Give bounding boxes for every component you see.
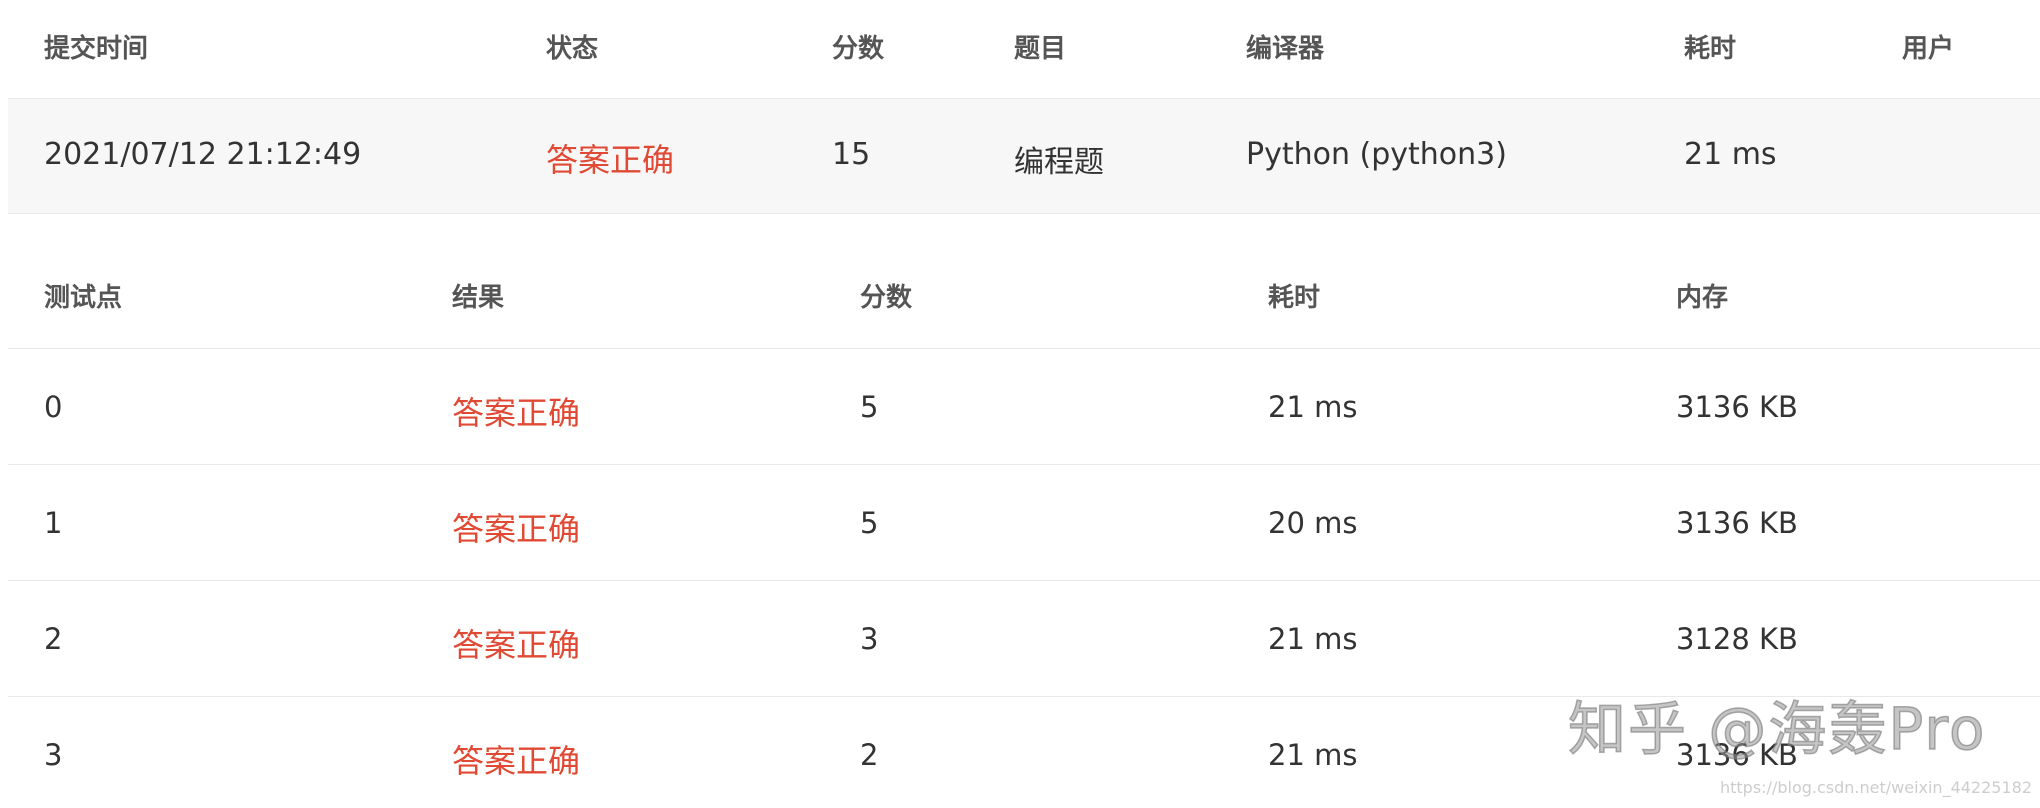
test-point-value: 0 bbox=[44, 390, 63, 424]
test-score-value: 5 bbox=[860, 506, 879, 540]
header-status: 状态 bbox=[546, 34, 599, 64]
test-score-value: 5 bbox=[860, 390, 879, 424]
time-value: 21 ms bbox=[1684, 137, 1777, 172]
submit-time-value: 2021/07/12 21:12:49 bbox=[44, 137, 362, 172]
test-score-value: 3 bbox=[860, 622, 879, 656]
header-result: 结果 bbox=[452, 283, 505, 313]
table-row: 2 答案正确 3 21 ms 3128 KB bbox=[8, 581, 2040, 697]
result-value: 答案正确 bbox=[452, 510, 581, 548]
result-value: 答案正确 bbox=[452, 626, 581, 664]
test-time-value: 21 ms bbox=[1268, 622, 1358, 656]
header-memory: 内存 bbox=[1676, 283, 1729, 313]
zhihu-watermark: 知乎 @海轰Pro bbox=[1567, 694, 1987, 764]
header-test-score: 分数 bbox=[860, 283, 913, 313]
test-time-value: 20 ms bbox=[1268, 506, 1358, 540]
test-time-value: 21 ms bbox=[1268, 390, 1358, 424]
header-compiler: 编译器 bbox=[1246, 34, 1325, 64]
test-time-value: 21 ms bbox=[1268, 738, 1358, 772]
summary-row: 2021/07/12 21:12:49 答案正确 15 编程题 Python (… bbox=[8, 98, 2040, 214]
tests-table-header: 测试点 结果 分数 耗时 内存 bbox=[8, 214, 2040, 349]
memory-value: 3136 KB bbox=[1676, 390, 1798, 424]
memory-value: 3128 KB bbox=[1676, 622, 1798, 656]
summary-table-header: 提交时间 状态 分数 题目 编译器 耗时 用户 bbox=[8, 0, 2040, 98]
test-score-value: 2 bbox=[860, 738, 879, 772]
submission-result-page: 提交时间 状态 分数 题目 编译器 耗时 用户 2021/07/12 21:12… bbox=[0, 0, 2040, 808]
memory-value: 3136 KB bbox=[1676, 506, 1798, 540]
header-submit-time: 提交时间 bbox=[44, 34, 149, 64]
header-problem: 题目 bbox=[1014, 34, 1067, 64]
header-test-point: 测试点 bbox=[44, 283, 123, 313]
compiler-value: Python (python3) bbox=[1246, 137, 1507, 172]
result-value: 答案正确 bbox=[452, 394, 581, 432]
header-time: 耗时 bbox=[1684, 34, 1737, 64]
problem-link[interactable]: 编程题 bbox=[1014, 137, 1104, 181]
test-point-value: 2 bbox=[44, 622, 63, 656]
result-value: 答案正确 bbox=[452, 742, 581, 780]
test-point-value: 1 bbox=[44, 506, 63, 540]
table-row: 0 答案正确 5 21 ms 3136 KB bbox=[8, 349, 2040, 465]
status-value: 答案正确 bbox=[546, 141, 675, 179]
test-point-value: 3 bbox=[44, 738, 63, 772]
header-user: 用户 bbox=[1902, 34, 1955, 64]
score-value: 15 bbox=[832, 137, 871, 172]
header-score: 分数 bbox=[832, 34, 885, 64]
table-row: 1 答案正确 5 20 ms 3136 KB bbox=[8, 465, 2040, 581]
header-test-time: 耗时 bbox=[1268, 283, 1321, 313]
url-watermark: https://blog.csdn.net/weixin_44225182 bbox=[1719, 778, 2032, 797]
